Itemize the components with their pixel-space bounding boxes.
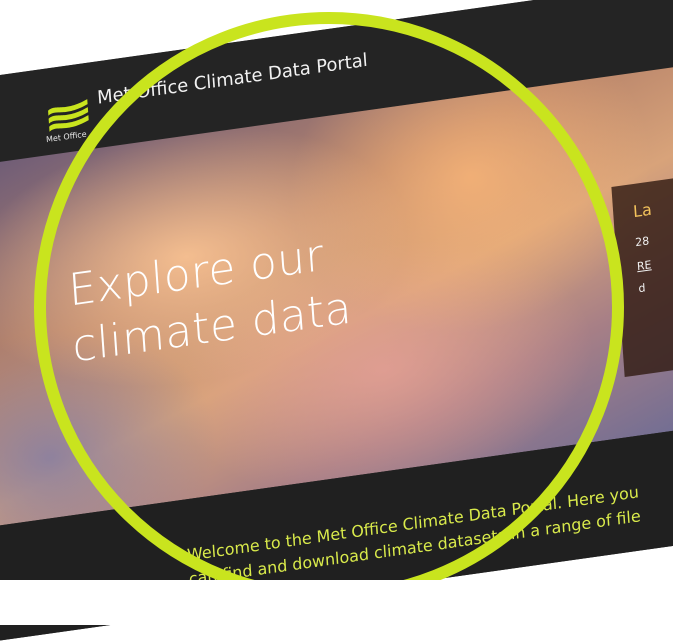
background-fill bbox=[0, 580, 673, 625]
latest-line-1: 28 bbox=[634, 234, 650, 250]
latest-line-2[interactable]: RE bbox=[637, 258, 652, 273]
highlight-ring bbox=[34, 12, 624, 602]
latest-heading: La bbox=[632, 199, 653, 222]
latest-line-3: d bbox=[638, 281, 646, 296]
